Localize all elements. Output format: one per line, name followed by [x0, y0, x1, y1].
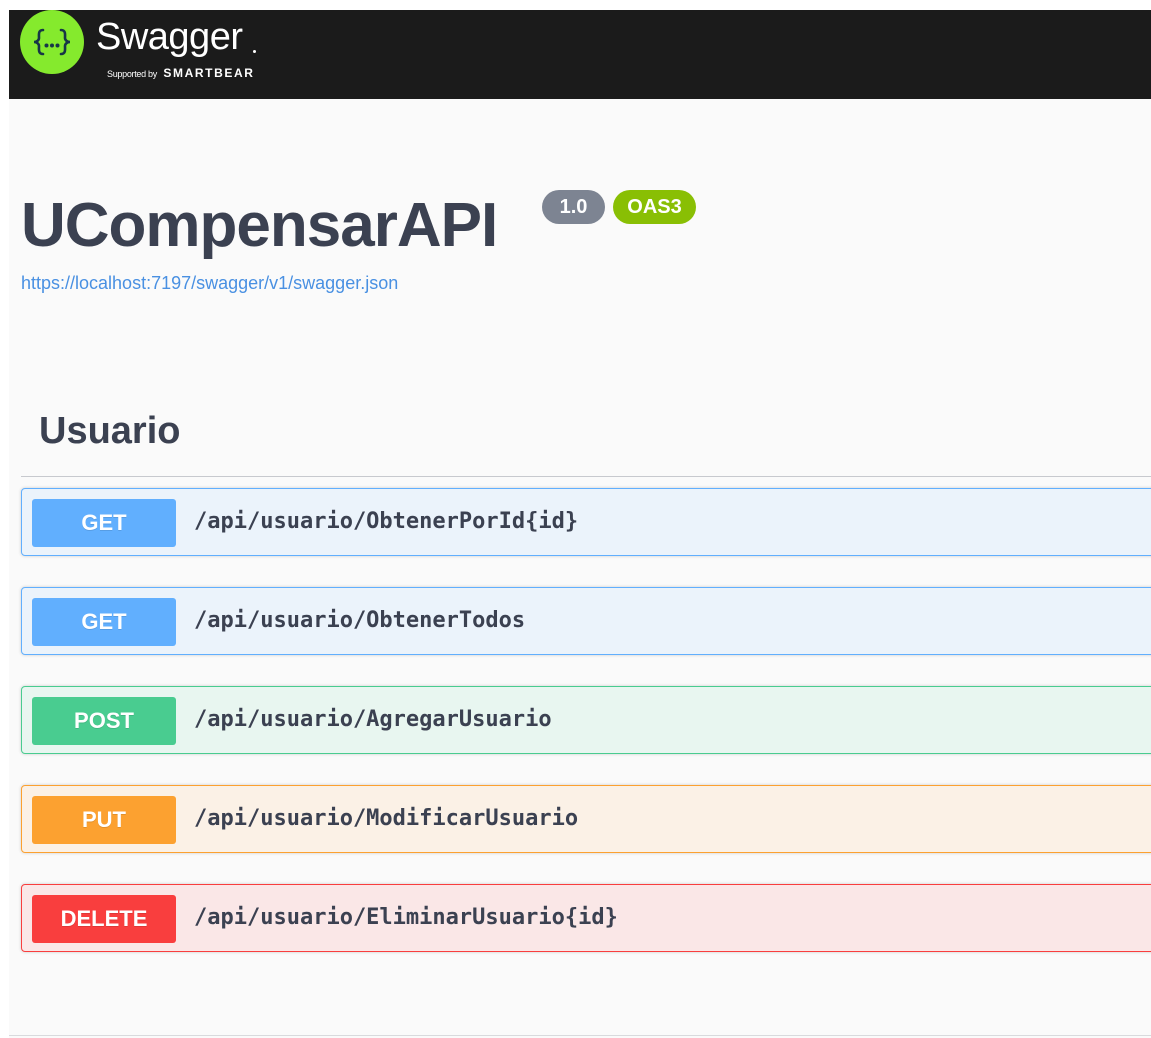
- version-badge: 1.0: [542, 190, 605, 224]
- brand-subtitle: Supported by SMARTBEAR: [107, 66, 254, 81]
- operation-put-modificar-usuario[interactable]: PUT /api/usuario/ModificarUsuario: [21, 785, 1151, 853]
- main-content: UCompensarAPI 1.0 OAS3 https://localhost…: [9, 99, 1151, 1038]
- topbar: Swagger Supported by SMARTBEAR: [9, 10, 1151, 99]
- oas-badge: OAS3: [613, 190, 696, 224]
- supported-by-label: Supported by: [107, 69, 157, 79]
- operation-get-obtener-todos[interactable]: GET /api/usuario/ObtenerTodos: [21, 587, 1151, 655]
- spec-url-link[interactable]: https://localhost:7197/swagger/v1/swagge…: [21, 272, 398, 294]
- operation-path: /api/usuario/ObtenerTodos: [194, 608, 526, 633]
- method-badge: GET: [32, 499, 176, 547]
- swagger-logo-link[interactable]: Swagger Supported by SMARTBEAR: [20, 10, 290, 90]
- brand-name: Swagger: [96, 16, 243, 58]
- smartbear-label: SMARTBEAR: [163, 66, 255, 80]
- api-title: UCompensarAPI: [21, 191, 498, 260]
- operation-post-agregar-usuario[interactable]: POST /api/usuario/AgregarUsuario: [21, 686, 1151, 754]
- method-badge: DELETE: [32, 895, 176, 943]
- tag-divider: [21, 476, 1151, 477]
- operation-delete-eliminar-usuario[interactable]: DELETE /api/usuario/EliminarUsuario{id}: [21, 884, 1151, 952]
- operation-get-obtener-por-id[interactable]: GET /api/usuario/ObtenerPorId{id}: [21, 488, 1151, 556]
- tag-section-title[interactable]: Usuario: [39, 407, 180, 455]
- method-badge: GET: [32, 598, 176, 646]
- method-badge: POST: [32, 697, 176, 745]
- operation-path: /api/usuario/EliminarUsuario{id}: [194, 905, 618, 930]
- operation-path: /api/usuario/AgregarUsuario: [194, 707, 552, 732]
- swagger-braces-icon: [20, 10, 84, 74]
- operation-path: /api/usuario/ObtenerPorId{id}: [194, 509, 579, 534]
- brand-trademark-dot: [253, 50, 256, 53]
- method-badge: PUT: [32, 796, 176, 844]
- bottom-divider: [9, 1035, 1151, 1036]
- operation-path: /api/usuario/ModificarUsuario: [194, 806, 579, 831]
- swagger-ui-page: Swagger Supported by SMARTBEAR UCompensa…: [0, 0, 1151, 1038]
